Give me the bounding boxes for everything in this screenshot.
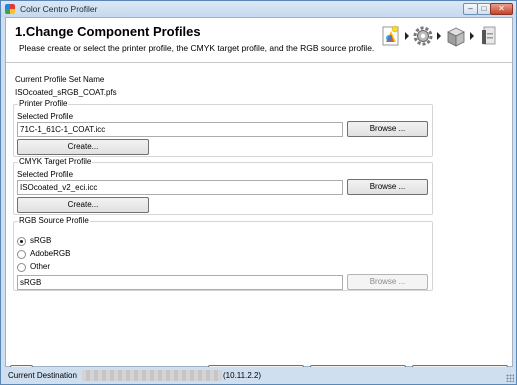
radio-button[interactable]	[17, 237, 26, 246]
printer-selected-label: Selected Profile	[17, 112, 74, 121]
rgb-browse-button[interactable]: Browse ...	[347, 274, 428, 290]
radio-other-label: Other	[30, 262, 51, 271]
printer-icon	[447, 27, 465, 47]
page-title: 1.Change Component Profiles	[15, 24, 201, 39]
status-label: Current Destination	[8, 371, 77, 380]
cmyk-browse-button[interactable]: Browse ...	[347, 179, 428, 195]
radio-button[interactable]	[17, 250, 26, 259]
minimize-button[interactable]: –	[463, 3, 478, 15]
resize-grip-icon[interactable]	[506, 374, 514, 382]
title-bar[interactable]: Color Centro Profiler – □ ✕	[1, 1, 516, 17]
page-description: Please create or select the printer prof…	[19, 43, 375, 53]
radio-adobergb-label: AdobeRGB	[30, 249, 71, 258]
app-icon	[5, 4, 15, 14]
step-arrow-icon	[405, 32, 409, 40]
cmyk-profile-group: CMYK Target Profile Selected Profile ISO…	[13, 157, 433, 215]
app-window: Color Centro Profiler – □ ✕ 1.Change Com…	[0, 0, 517, 385]
settings-gear-icon	[413, 26, 433, 46]
window-title: Color Centro Profiler	[20, 4, 98, 14]
printer-browse-button[interactable]: Browse ...	[347, 121, 428, 137]
step-arrow-icon	[437, 32, 441, 40]
rgb-profile-group-title: RGB Source Profile	[18, 216, 90, 225]
main-panel: 1.Change Component Profiles Please creat…	[5, 17, 513, 382]
profile-set-icon	[382, 25, 399, 46]
printer-profile-group-title: Printer Profile	[18, 99, 69, 108]
wizard-steps	[380, 24, 510, 48]
cmyk-profile-group-title: CMYK Target Profile	[18, 157, 93, 166]
radio-button[interactable]	[17, 263, 26, 272]
maximize-button[interactable]: □	[477, 3, 491, 15]
page-header: 1.Change Component Profiles Please creat…	[6, 18, 512, 63]
printer-profile-field[interactable]: 71C-1_61C-1_COAT.icc	[17, 122, 343, 137]
profile-set-label: Current Profile Set Name	[15, 75, 105, 84]
cmyk-profile-field[interactable]: ISOcoated_v2_eci.icc	[17, 180, 343, 195]
close-button[interactable]: ✕	[490, 3, 513, 15]
status-bar: Current Destination (10.11.2.2)	[1, 367, 516, 384]
printer-create-button[interactable]: Create...	[17, 139, 149, 155]
cmyk-selected-label: Selected Profile	[17, 170, 74, 179]
rgb-profile-field[interactable]: sRGB	[17, 275, 343, 290]
step-arrow-icon	[470, 32, 474, 40]
rgb-profile-group: RGB Source Profile sRGB AdobeRGB Other s…	[13, 216, 433, 291]
cmyk-create-button[interactable]: Create...	[17, 197, 149, 213]
printer-profile-group: Printer Profile Selected Profile 71C-1_6…	[13, 99, 433, 157]
status-ip: (10.11.2.2)	[223, 371, 262, 380]
profile-set-name: ISOcoated_sRGB_COAT.pfs	[15, 88, 117, 97]
radio-srgb-label: sRGB	[30, 236, 52, 245]
finish-flag-icon	[482, 26, 496, 45]
status-hostname-redacted	[82, 370, 222, 381]
